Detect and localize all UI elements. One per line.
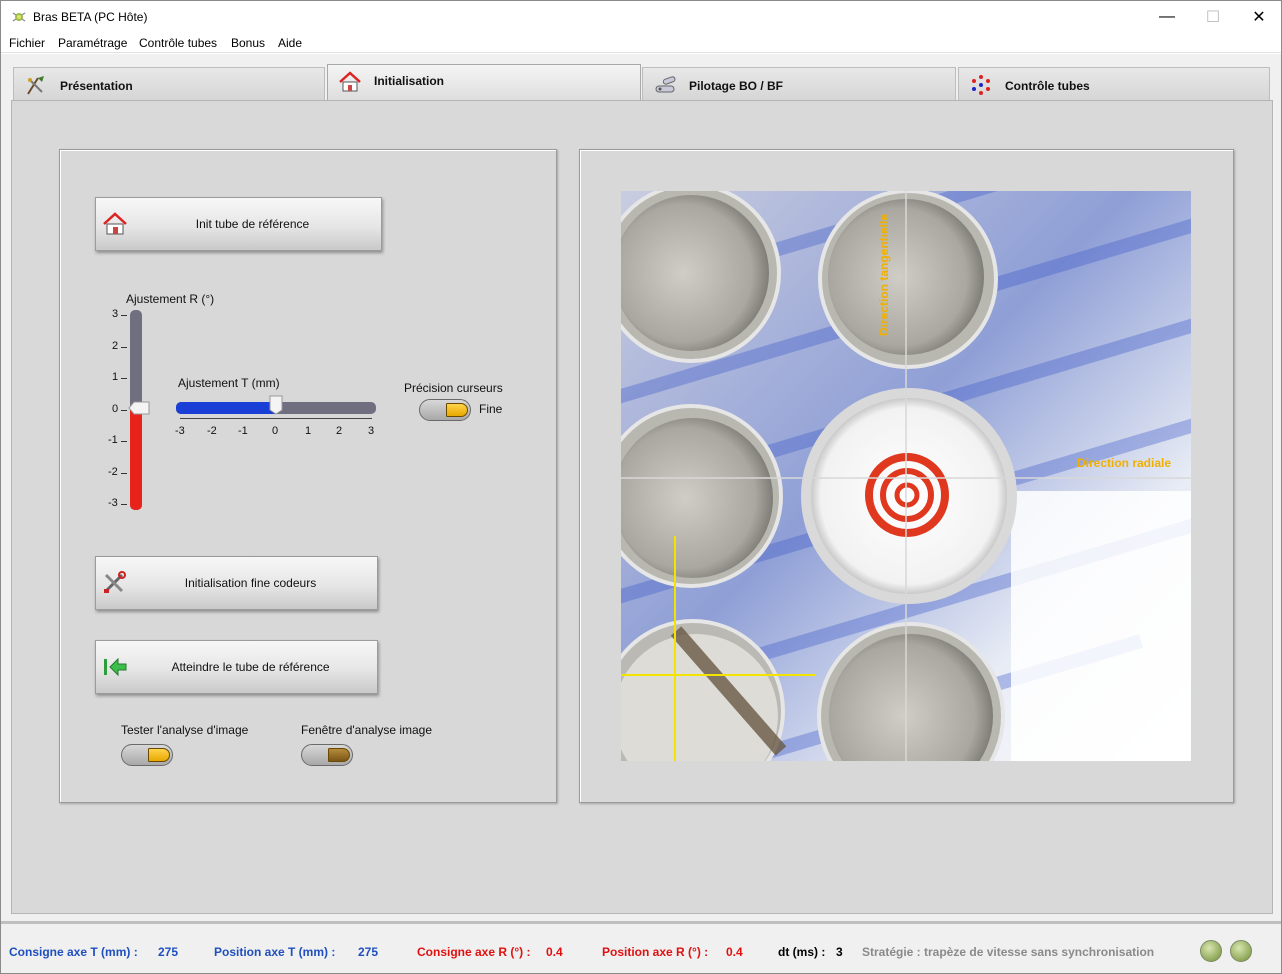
analysis-window-label: Fenêtre d'analyse image: [301, 723, 433, 737]
toggle-knob: [148, 748, 170, 762]
r-tick-label: 2: [112, 340, 119, 352]
consigne-r-value: 0.4: [546, 945, 563, 959]
tab-label: Contrôle tubes: [1005, 79, 1090, 93]
strategy-text: Stratégie : trapèze de vitesse sans sync…: [862, 945, 1155, 959]
tick-mark: [121, 473, 127, 474]
menu-parametrage[interactable]: Paramétrage: [58, 36, 127, 50]
status-led-1: [1200, 940, 1222, 962]
tab-label: Présentation: [60, 79, 133, 93]
arrow-left-icon: [104, 657, 127, 677]
menu-fichier[interactable]: Fichier: [9, 36, 45, 50]
window-title: Bras BETA (PC Hôte): [33, 10, 148, 24]
menu-bonus[interactable]: Bonus: [231, 36, 265, 50]
r-tick-label: -1: [108, 434, 118, 446]
tab-initialisation[interactable]: Initialisation: [327, 64, 641, 102]
tab-controle-tubes[interactable]: Contrôle tubes: [958, 67, 1270, 101]
tab-label: Pilotage BO / BF: [689, 79, 784, 93]
precision-value: Fine: [479, 402, 503, 416]
minimize-button[interactable]: —: [1144, 1, 1190, 33]
t-tick-label: -3: [175, 425, 185, 437]
tools-icon: [104, 571, 126, 593]
test-analysis-label: Tester l'analyse d'image: [121, 723, 249, 737]
r-slider-fill: [130, 410, 142, 510]
t-slider-label: Ajustement T (mm): [178, 376, 280, 390]
menu-aide[interactable]: Aide: [278, 36, 302, 50]
dt-value: 3: [836, 945, 843, 959]
t-slider-fill: [176, 402, 276, 414]
consigne-t-value: 275: [158, 945, 179, 959]
close-button[interactable]: ✕: [1236, 1, 1282, 33]
controls-group: Init tube de référence Ajustement R (°) …: [59, 149, 557, 803]
tab-label: Initialisation: [374, 74, 445, 88]
position-t-value: 275: [358, 945, 379, 959]
tube-ring-icon: [972, 75, 990, 95]
test-analysis-toggle[interactable]: [121, 744, 173, 766]
camera-image: [621, 191, 1191, 761]
robot-arm-icon: [655, 76, 676, 93]
init-reference-tube-button[interactable]: Init tube de référence: [95, 197, 382, 251]
t-tick-label: -2: [207, 425, 217, 437]
consigne-r-label: Consigne axe R (°) :: [417, 945, 531, 959]
tick-mark: [121, 378, 127, 379]
position-r-value: 0.4: [726, 945, 743, 959]
r-tick-label: 3: [112, 308, 119, 320]
r-tick-label: 1: [112, 371, 119, 383]
t-tick-label: 1: [305, 425, 312, 437]
camera-view[interactable]: Direction tangentielle Direction radiale: [621, 191, 1191, 761]
status-led-2: [1230, 940, 1252, 962]
reach-reference-tube-button[interactable]: Atteindre le tube de référence: [95, 640, 378, 694]
button-label: Atteindre le tube de référence: [171, 660, 330, 674]
t-tick-label: -1: [238, 425, 248, 437]
r-tick-label: 0: [112, 403, 119, 415]
home-icon: [339, 71, 361, 92]
tab-pilotage[interactable]: Pilotage BO / BF: [642, 67, 956, 101]
dt-label: dt (ms) :: [778, 945, 826, 959]
r-tick-label: -3: [108, 497, 118, 509]
position-t-label: Position axe T (mm) :: [214, 945, 336, 959]
fine-init-encoders-button[interactable]: Initialisation fine codeurs: [95, 556, 378, 610]
menu-bar: Fichier Paramétrage Contrôle tubes Bonus…: [1, 33, 1281, 53]
status-bar: Consigne axe T (mm) : 275 Position axe T…: [1, 921, 1281, 973]
tick-mark: [121, 504, 127, 505]
r-slider-label: Ajustement R (°): [126, 292, 215, 306]
tick-mark: [121, 441, 127, 442]
analysis-window-toggle[interactable]: [301, 744, 353, 766]
tick-mark: [121, 410, 127, 411]
menu-controle-tubes[interactable]: Contrôle tubes: [139, 36, 217, 50]
consigne-t-label: Consigne axe T (mm) :: [9, 945, 138, 959]
r-tick-label: -2: [108, 466, 118, 478]
tick-mark: [121, 347, 127, 348]
toggle-knob: [328, 748, 350, 762]
t-tick-label: 3: [368, 425, 375, 437]
t-slider-thumb[interactable]: [269, 395, 283, 415]
radial-direction-label: Direction radiale: [1077, 456, 1172, 470]
t-tick-label: 0: [272, 425, 279, 437]
title-bar: Bras BETA (PC Hôte) — ☐ ✕: [1, 1, 1281, 33]
precision-label: Précision curseurs: [404, 381, 503, 395]
tab-presentation[interactable]: Présentation: [13, 67, 325, 101]
t-slider-scale: [180, 418, 372, 424]
button-label: Init tube de référence: [195, 217, 310, 231]
position-r-label: Position axe R (°) :: [602, 945, 709, 959]
home-icon: [103, 212, 127, 235]
tools-feather-icon: [27, 76, 44, 95]
maximize-button[interactable]: ☐: [1190, 1, 1236, 33]
tick-mark: [121, 315, 127, 316]
button-label: Initialisation fine codeurs: [184, 576, 317, 590]
toggle-knob: [446, 403, 468, 417]
r-slider-thumb[interactable]: [127, 401, 151, 415]
app-window: Bras BETA (PC Hôte) — ☐ ✕ Fichier Paramé…: [0, 0, 1282, 974]
tangential-direction-label: Direction tangentielle: [877, 213, 891, 336]
app-logo-icon: [12, 12, 26, 22]
precision-toggle[interactable]: [419, 399, 471, 421]
t-tick-label: 2: [336, 425, 343, 437]
